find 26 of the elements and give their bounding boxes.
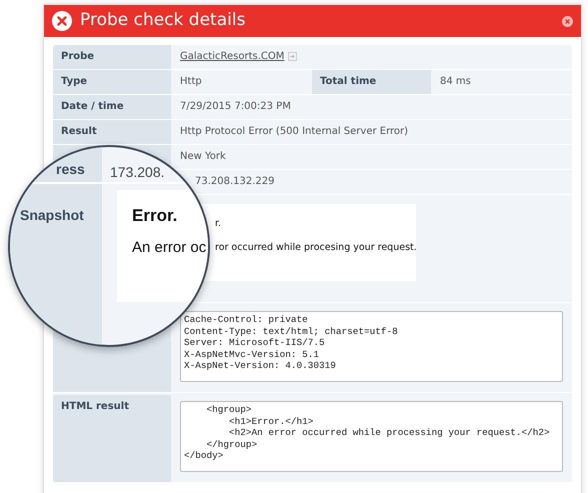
snapshot-message: ror occurred while procesing your request.: [215, 241, 416, 255]
row-value: 84 ms: [440, 76, 471, 87]
error-heading: Error.: [132, 205, 178, 227]
row-value: Http Protocol Error (500 Internal Server Error): [180, 126, 408, 137]
row-label: ress: [56, 160, 85, 179]
row-label: Snapshot: [20, 206, 84, 225]
row-value: 73.208.132.229: [195, 176, 275, 187]
probe-link[interactable]: GalacticResorts.COM: [180, 51, 284, 62]
row-value: New York: [180, 151, 226, 162]
row-label: Probe: [53, 45, 171, 69]
row-value: Http: [180, 76, 202, 87]
close-icon[interactable]: [562, 16, 573, 26]
error-message: An error oc: [132, 238, 206, 258]
external-link-icon[interactable]: [288, 52, 298, 61]
snapshot-heading: r.: [215, 217, 222, 231]
text-area[interactable]: <hgroup> <h1>Error.</h1> <h2>An error occurred while processing your request.</h2> </hgroup> </body>: [180, 401, 563, 472]
row-label: Date / time: [53, 95, 171, 119]
row-value: 7/29/2015 7:00:23 PM: [180, 101, 291, 112]
row-label: Result: [53, 120, 171, 144]
row-label: HTML result: [53, 395, 171, 482]
dialog-title: Probe check details: [80, 9, 246, 32]
error-icon: [52, 11, 72, 31]
text-area[interactable]: Cache-Control: private Content-Type: text/html; charset=utf-8 Server: Microsoft-IIS/7.5 X-AspNetMvc-Version: 5.1 X-AspNet-Version: 4.0.30319: [180, 311, 563, 382]
row-label: Total time: [312, 70, 431, 94]
row-label: Type: [53, 70, 171, 94]
ip-address: 173.208.: [110, 163, 164, 182]
